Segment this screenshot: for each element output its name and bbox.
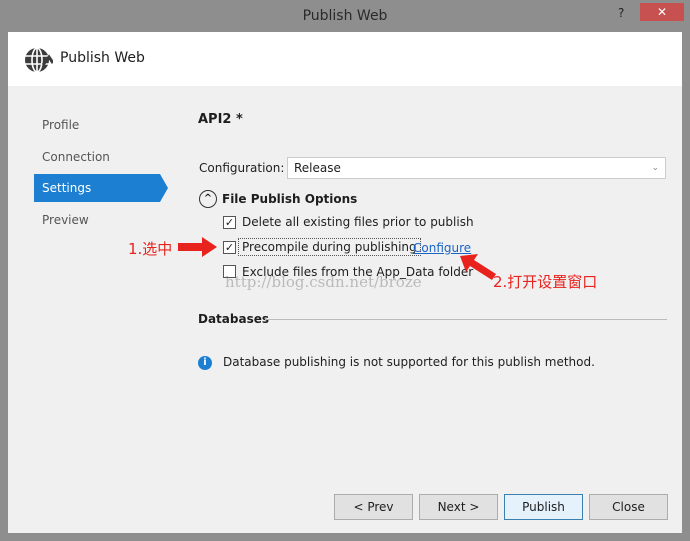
close-window-button[interactable]: ✕ [640, 3, 684, 21]
divider [265, 319, 667, 320]
delete-files-label: Delete all existing files prior to publi… [242, 215, 474, 229]
prev-button[interactable]: < Prev [334, 494, 413, 520]
info-icon: i [198, 356, 212, 370]
close-button[interactable]: Close [589, 494, 668, 520]
watermark: http://blog.csdn.net/broze [225, 273, 422, 291]
database-info-text: Database publishing is not supported for… [223, 355, 595, 369]
configuration-select[interactable]: Release ⌄ [287, 157, 666, 179]
help-button[interactable]: ? [618, 6, 624, 20]
precompile-label: Precompile during publishing [238, 238, 421, 256]
window-title: Publish Web [302, 8, 388, 24]
publish-button[interactable]: Publish [504, 494, 583, 520]
precompile-checkbox[interactable]: ✓ [223, 241, 236, 254]
red-arrow-left-icon [460, 254, 496, 280]
configuration-value: Release [294, 161, 341, 175]
globe-publish-icon [25, 47, 53, 73]
delete-files-checkbox[interactable]: ✓ [223, 216, 236, 229]
next-button[interactable]: Next > [419, 494, 498, 520]
profile-name: API2 * [198, 112, 243, 127]
header-title: Publish Web [60, 50, 145, 66]
sidebar-item-profile[interactable]: Profile [34, 111, 160, 139]
configuration-label: Configuration: [199, 161, 285, 175]
chevron-down-icon: ⌄ [651, 163, 659, 173]
sidebar-item-preview[interactable]: Preview [34, 206, 160, 234]
annotation-step2: 2.打开设置窗口 [493, 273, 598, 291]
sidebar-item-connection[interactable]: Connection [34, 143, 160, 171]
annotation-step1: 1.选中 [128, 240, 173, 258]
collapse-chevron-up-icon[interactable]: ^ [199, 190, 217, 208]
sidebar-item-settings[interactable]: Settings [34, 174, 168, 202]
red-arrow-right-icon [178, 237, 217, 257]
databases-title: Databases [198, 312, 270, 326]
header: Publish Web [8, 32, 682, 86]
file-publish-options-title: File Publish Options [222, 192, 358, 206]
